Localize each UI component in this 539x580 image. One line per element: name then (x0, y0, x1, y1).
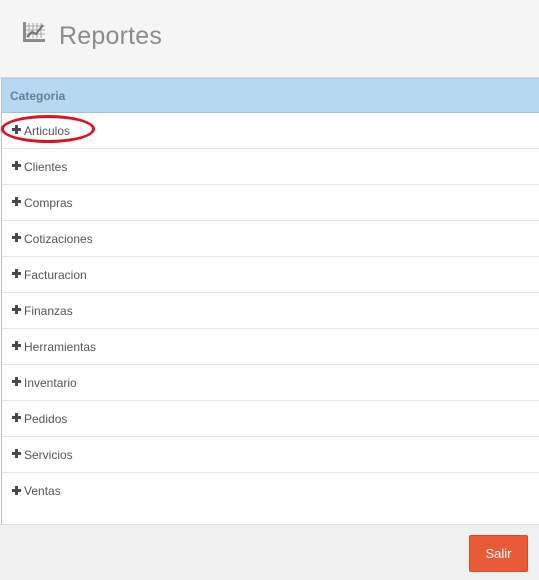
category-label[interactable]: Servicios (24, 448, 73, 462)
category-label[interactable]: Clientes (24, 160, 67, 174)
plus-icon[interactable] (12, 341, 21, 350)
category-label[interactable]: Inventario (24, 376, 77, 390)
category-row-finanzas[interactable]: Finanzas (2, 293, 539, 329)
report-category-table: Categoria Articulos Clientes Compras Cot… (1, 78, 539, 524)
plus-icon[interactable] (12, 197, 21, 206)
category-row-articulos[interactable]: Articulos (2, 113, 539, 149)
page-title: Reportes (59, 22, 163, 50)
category-label[interactable]: Cotizaciones (24, 232, 93, 246)
category-row-servicios[interactable]: Servicios (2, 437, 539, 473)
report-chart-icon (23, 22, 45, 42)
plus-icon[interactable] (12, 125, 21, 134)
category-list: Articulos Clientes Compras Cotizaciones … (2, 113, 539, 509)
category-label[interactable]: Articulos (24, 124, 70, 138)
plus-icon[interactable] (12, 377, 21, 386)
category-row-ventas[interactable]: Ventas (2, 473, 539, 509)
category-row-herramientas[interactable]: Herramientas (2, 329, 539, 365)
category-label[interactable]: Herramientas (24, 340, 96, 354)
category-row-pedidos[interactable]: Pedidos (2, 401, 539, 437)
column-header-category: Categoria (10, 88, 66, 103)
exit-button[interactable]: Salir (469, 535, 528, 572)
plus-icon[interactable] (12, 233, 21, 242)
plus-icon[interactable] (12, 413, 21, 422)
category-row-inventario[interactable]: Inventario (2, 365, 539, 401)
category-label[interactable]: Finanzas (24, 304, 73, 318)
category-row-compras[interactable]: Compras (2, 185, 539, 221)
category-label[interactable]: Compras (24, 196, 73, 210)
plus-icon[interactable] (12, 161, 21, 170)
plus-icon[interactable] (12, 305, 21, 314)
page-header: Reportes (0, 0, 539, 78)
modal-footer: Salir (0, 524, 539, 580)
plus-icon[interactable] (12, 269, 21, 278)
category-row-clientes[interactable]: Clientes (2, 149, 539, 185)
plus-icon[interactable] (12, 449, 21, 458)
category-label[interactable]: Ventas (24, 484, 61, 498)
category-row-facturacion[interactable]: Facturacion (2, 257, 539, 293)
category-label[interactable]: Pedidos (24, 412, 67, 426)
plus-icon[interactable] (12, 485, 21, 495)
category-label[interactable]: Facturacion (24, 268, 87, 282)
category-row-cotizaciones[interactable]: Cotizaciones (2, 221, 539, 257)
table-header: Categoria (2, 78, 539, 113)
